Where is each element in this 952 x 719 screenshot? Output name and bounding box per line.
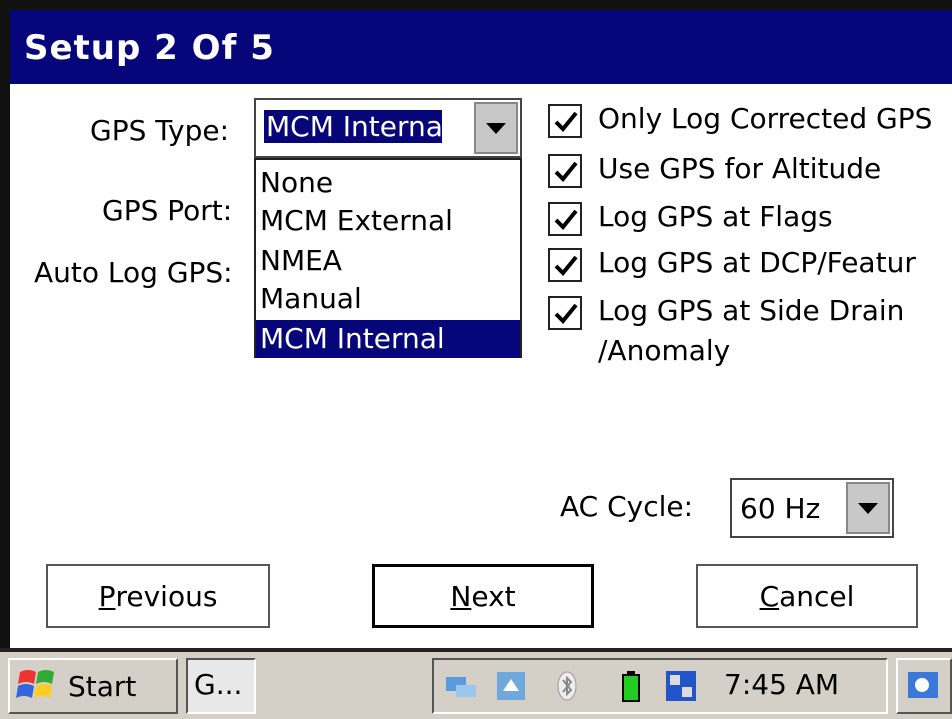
ac-cycle-value: 60 Hz	[740, 492, 821, 525]
next-button[interactable]: Next	[372, 564, 594, 628]
log-gps-flags-checkbox[interactable]	[548, 202, 582, 236]
log-gps-flags-label: Log GPS at Flags	[598, 200, 833, 233]
start-button[interactable]: Start	[8, 658, 178, 714]
taskbar: Start G... 7:45 AM	[0, 648, 952, 719]
list-item[interactable]: NMEA	[260, 244, 342, 277]
log-gps-side-drain-checkbox[interactable]	[548, 296, 582, 330]
log-gps-dcp-label: Log GPS at DCP/Featur	[598, 246, 916, 279]
clock[interactable]: 7:45 AM	[724, 668, 839, 701]
log-gps-dcp-checkbox[interactable]	[548, 248, 582, 282]
list-item[interactable]: None	[260, 166, 333, 199]
desktop-icon[interactable]	[896, 658, 952, 714]
next-label: ext	[471, 579, 516, 613]
previous-label: revious	[115, 579, 218, 613]
app-window: Setup 2 Of 5 GPS Type: GPS Port: Auto Lo…	[0, 0, 952, 719]
left-border	[0, 0, 10, 660]
system-tray: 7:45 AM	[432, 658, 888, 714]
previous-accel: P	[98, 579, 116, 613]
check-icon	[554, 255, 578, 276]
gps-type-dropdown[interactable]: MCM Interna	[254, 98, 522, 158]
cancel-button[interactable]: Cancel	[696, 564, 918, 628]
window-title: Setup 2 Of 5	[24, 28, 275, 68]
check-icon	[554, 111, 578, 132]
log-gps-side-drain-label-line2: /Anomaly	[598, 334, 731, 367]
check-icon	[554, 303, 578, 324]
start-label: Start	[68, 669, 137, 703]
only-log-corrected-checkbox[interactable]	[548, 104, 582, 138]
list-item[interactable]: MCM External	[260, 204, 453, 237]
taskbar-task-button[interactable]: G...	[186, 658, 256, 714]
only-log-corrected-label: Only Log Corrected GPS	[598, 102, 933, 135]
gps-type-value: MCM Interna	[264, 110, 442, 143]
cancel-label: ancel	[779, 579, 855, 613]
cancel-accel: C	[759, 579, 780, 613]
previous-button[interactable]: Previous	[46, 564, 270, 628]
top-border	[0, 0, 952, 10]
gps-type-listbox[interactable]: None MCM External NMEA Manual MCM Intern…	[254, 158, 522, 358]
use-gps-altitude-label: Use GPS for Altitude	[598, 152, 882, 185]
check-icon	[554, 161, 578, 182]
gps-type-label: GPS Type:	[90, 114, 230, 147]
network-icon[interactable]	[444, 669, 478, 703]
ac-cycle-label: AC Cycle:	[560, 490, 694, 523]
check-icon	[554, 209, 578, 230]
status-icon[interactable]	[664, 669, 698, 703]
gps-port-label: GPS Port:	[102, 194, 233, 227]
desktop-glyph-icon	[908, 672, 938, 698]
use-gps-altitude-checkbox[interactable]	[548, 154, 582, 188]
windows-logo-icon	[16, 670, 54, 698]
log-gps-side-drain-label-line1: Log GPS at Side Drain	[598, 294, 905, 327]
list-item-selected[interactable]: MCM Internal	[256, 320, 520, 358]
battery-icon[interactable]	[614, 669, 648, 703]
sync-icon[interactable]	[494, 669, 528, 703]
chevron-down-icon[interactable]	[474, 102, 518, 154]
next-accel: N	[450, 579, 472, 613]
ac-cycle-dropdown[interactable]: 60 Hz	[730, 478, 894, 538]
bluetooth-icon[interactable]	[550, 669, 584, 703]
auto-log-gps-label: Auto Log GPS:	[34, 256, 233, 289]
title-bar: Setup 2 Of 5	[10, 10, 952, 84]
list-item[interactable]: Manual	[260, 282, 362, 315]
chevron-down-icon[interactable]	[846, 482, 890, 534]
